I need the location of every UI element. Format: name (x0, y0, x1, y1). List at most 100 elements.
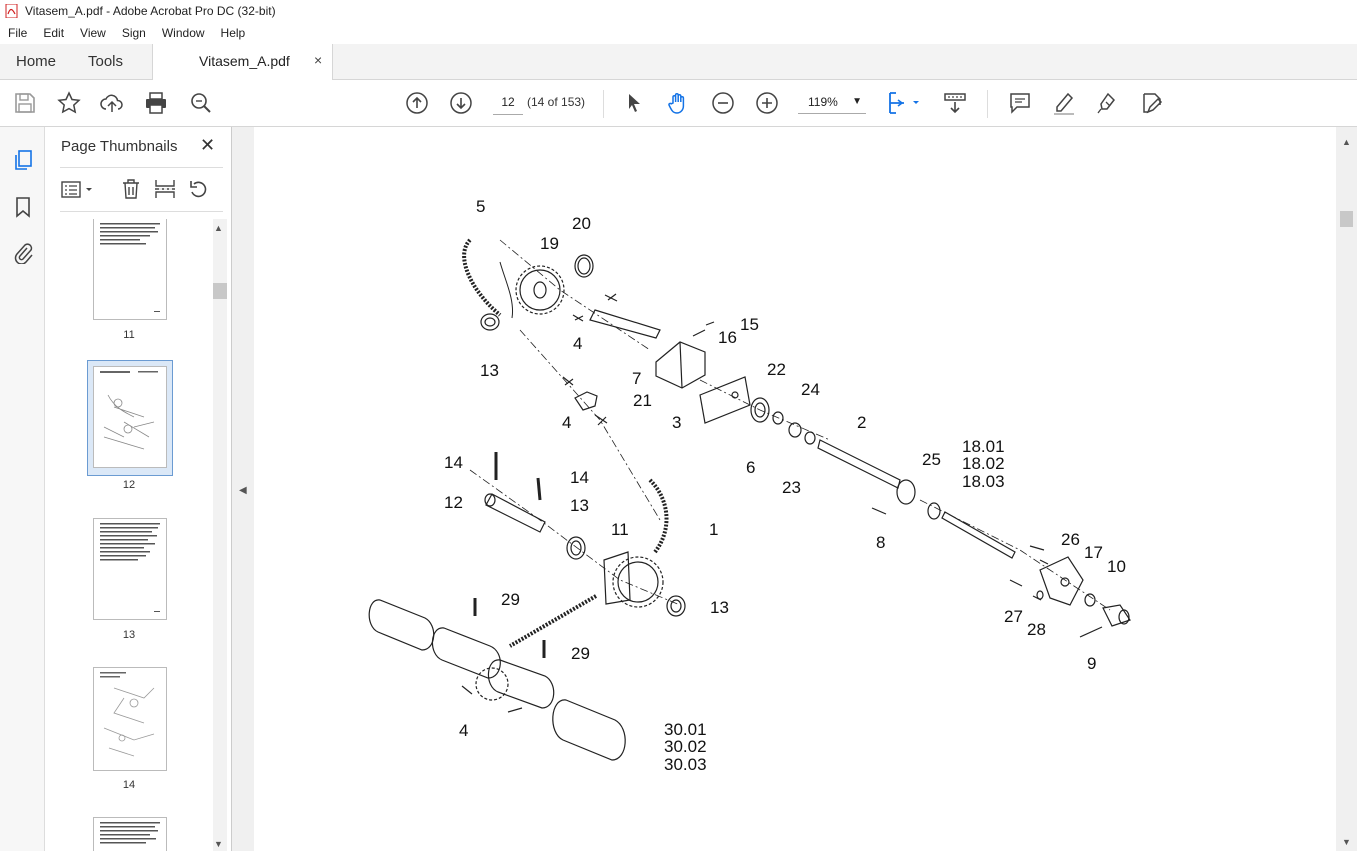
callout-label: 14 (570, 468, 589, 487)
scrollbar-thumb[interactable] (1340, 211, 1353, 227)
acrobat-icon (5, 4, 18, 18)
callout-label: 11 (611, 520, 629, 539)
upload-cloud-icon[interactable] (100, 91, 124, 115)
callout-label: 3 (672, 413, 681, 432)
thumbnail-label: 12 (122, 479, 136, 491)
window-title: Vitasem_A.pdf - Adobe Acrobat Pro DC (32… (25, 4, 276, 18)
comment-icon[interactable] (1008, 91, 1032, 115)
previous-page-icon[interactable] (405, 91, 429, 115)
panel-close-icon[interactable]: ✕ (200, 135, 215, 156)
callout-label: 22 (767, 360, 786, 379)
callout-label: 25 (922, 450, 941, 469)
zoom-value: 119% (808, 95, 838, 109)
scroll-down-icon[interactable]: ▼ (214, 839, 223, 849)
zoom-search-icon[interactable] (189, 91, 213, 115)
thumbnail-options-icon[interactable] (61, 180, 97, 200)
thumbnail-drawing-preview (100, 371, 158, 450)
hand-tool-icon[interactable] (666, 91, 690, 115)
menu-bar: File Edit View Sign Window Help (0, 22, 1357, 44)
callout-label: 14 (444, 453, 463, 472)
thumbnail-label: 11 (123, 329, 135, 341)
scroll-up-icon[interactable]: ▲ (1342, 137, 1351, 147)
collapse-panel-icon[interactable]: ◀ (239, 485, 247, 496)
callout-label: 13 (570, 496, 589, 515)
callout-label: 7 (632, 369, 641, 388)
callout-label: 12 (444, 493, 463, 512)
callout-label: 18.02 (962, 454, 1005, 473)
menu-help[interactable]: Help (213, 26, 254, 40)
callout-label: 10 (1107, 557, 1126, 576)
menu-sign[interactable]: Sign (114, 26, 154, 40)
tab-tools[interactable]: Tools (88, 44, 123, 79)
page-fit-icon[interactable] (887, 91, 921, 115)
select-pointer-icon[interactable] (622, 91, 646, 115)
callout-label: 21 (633, 391, 652, 410)
callout-label: 28 (1027, 620, 1046, 639)
zoom-select[interactable]: 119% ▼ (798, 90, 866, 114)
document-scrollbar[interactable]: ▲ ▼ (1336, 127, 1357, 851)
panel-divider (60, 211, 223, 212)
thumbnail-label: 13 (122, 629, 136, 641)
tab-home[interactable]: Home (16, 44, 56, 79)
callout-label: 9 (1087, 654, 1096, 673)
thumbnail-text-preview (100, 223, 160, 312)
callout-label: 15 (740, 315, 759, 334)
callout-label: 5 (476, 197, 485, 216)
menu-view[interactable]: View (72, 26, 114, 40)
star-icon[interactable] (57, 91, 81, 115)
panel-splitter[interactable]: ◀ (232, 127, 254, 851)
window-titlebar: Vitasem_A.pdf - Adobe Acrobat Pro DC (32… (0, 0, 1357, 22)
menu-file[interactable]: File (0, 26, 35, 40)
chevron-down-icon: ▼ (852, 96, 862, 107)
exploded-parts-diagram: 5 19 20 13 4 7 15 16 3 21 4 22 24 6 23 2… (368, 197, 1131, 774)
toolbar-divider (987, 90, 988, 118)
next-page-icon[interactable] (449, 91, 473, 115)
scroll-down-icon[interactable]: ▼ (1342, 837, 1351, 847)
thumbnail-page-12[interactable] (93, 366, 167, 468)
menu-window[interactable]: Window (154, 26, 213, 40)
scrollbar-thumb[interactable] (213, 283, 227, 299)
bookmark-icon[interactable] (12, 196, 34, 218)
tab-close-icon[interactable]: × (314, 52, 322, 68)
callout-label: 29 (501, 590, 520, 609)
callout-label: 30.03 (664, 755, 707, 774)
page-thumbnails-icon[interactable] (12, 149, 34, 171)
thumbnail-text-preview (100, 822, 160, 844)
zoom-in-icon[interactable] (755, 91, 779, 115)
thumbnail-page-14[interactable] (93, 667, 167, 771)
menu-edit[interactable]: Edit (35, 26, 72, 40)
thumbnail-list: 11 12 13 14 (45, 219, 215, 851)
callout-label: 27 (1004, 607, 1023, 626)
thumbnail-scrollbar[interactable]: ▲ ▼ (213, 219, 227, 851)
thumbnail-page-13[interactable] (93, 518, 167, 620)
highlight-pen-icon[interactable] (1052, 91, 1076, 115)
thumbnail-page-11[interactable] (93, 219, 167, 320)
print-icon[interactable] (144, 91, 168, 115)
draw-signature-icon[interactable] (1096, 91, 1120, 115)
zoom-out-icon[interactable] (711, 91, 735, 115)
extract-pages-icon[interactable] (154, 178, 176, 200)
tab-document[interactable]: Vitasem_A.pdf × (152, 44, 333, 80)
callout-label: 8 (876, 533, 885, 552)
callout-label: 4 (573, 334, 582, 353)
document-viewer[interactable]: 5 19 20 13 4 7 15 16 3 21 4 22 24 6 23 2… (254, 127, 1336, 851)
rotate-page-icon[interactable] (188, 178, 210, 200)
tab-document-label: Vitasem_A.pdf (199, 53, 290, 69)
callout-label: 13 (480, 361, 499, 380)
thumbnail-label: 14 (122, 779, 136, 791)
delete-trash-icon[interactable] (121, 178, 141, 200)
page-number-input[interactable]: 12 (493, 90, 523, 115)
callout-label: 20 (572, 214, 591, 233)
page-thumbnails-panel: Page Thumbnails ✕ 11 12 13 14 ▲ ▼ (45, 127, 232, 851)
fill-sign-icon[interactable] (1140, 91, 1164, 115)
scroll-up-icon[interactable]: ▲ (214, 223, 223, 233)
diagram-callouts: 5 19 20 13 4 7 15 16 3 21 4 22 24 6 23 2… (444, 197, 1126, 774)
thumbnail-page-15[interactable] (93, 817, 167, 851)
callout-label: 2 (857, 413, 866, 432)
scroll-mode-icon[interactable] (943, 91, 967, 115)
save-icon[interactable] (13, 91, 37, 115)
callout-label: 1 (709, 520, 718, 539)
navigation-rail (0, 127, 45, 851)
callout-label: 16 (718, 328, 737, 347)
attachment-paperclip-icon[interactable] (12, 242, 34, 264)
